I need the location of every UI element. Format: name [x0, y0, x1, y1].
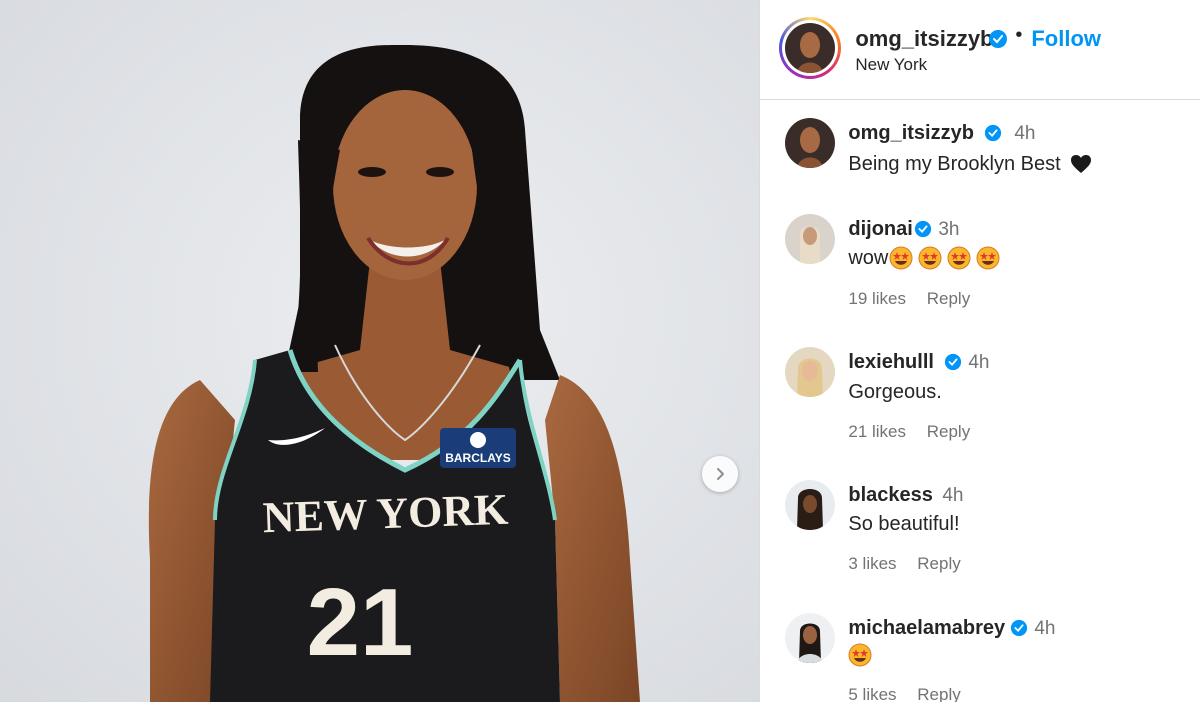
caption-body: Being my Brooklyn Best [848, 152, 1061, 175]
comment-likes[interactable]: 21 likes [848, 422, 906, 441]
comment-username[interactable]: michaelamabrey [848, 617, 1005, 640]
comment-time: 4h [1034, 618, 1056, 639]
jersey-city: NEW YORK [262, 485, 509, 543]
post-media[interactable]: BARCLAYS NEW YORK 21 [0, 0, 760, 702]
comment-meta: 19 likes Reply [848, 289, 986, 309]
comment-username[interactable]: lexiehulll [848, 351, 934, 374]
comment-text [848, 643, 872, 667]
caption-time: 4h [1014, 123, 1036, 144]
verified-badge-icon [985, 124, 1002, 142]
comment-text: wow [848, 246, 1000, 270]
comment-time: 3h [938, 219, 960, 240]
comment-likes[interactable]: 19 likes [848, 289, 906, 308]
post-viewer: BARCLAYS NEW YORK 21 omg_itsizzyb • Foll… [0, 0, 1200, 702]
comment-meta: 5 likes Reply [848, 685, 976, 702]
caption-avatar[interactable] [785, 118, 836, 168]
comment-avatar[interactable] [785, 214, 836, 264]
comment-meta: 3 likes Reply [848, 554, 976, 574]
comment-likes[interactable]: 5 likes [848, 685, 896, 702]
post-photo: BARCLAYS NEW YORK 21 [0, 0, 760, 702]
reply-button[interactable]: Reply [917, 685, 960, 702]
star-struck-emoji-icon [918, 246, 942, 270]
comment-time: 4h [942, 485, 964, 506]
reply-button[interactable]: Reply [927, 289, 970, 308]
reply-button[interactable]: Reply [917, 554, 960, 573]
reply-button[interactable]: Reply [927, 422, 970, 441]
comment-meta: 21 likes Reply [848, 422, 986, 442]
comment-time: 4h [968, 352, 990, 373]
avatar-image [785, 613, 836, 663]
jersey-sponsor: BARCLAYS [445, 451, 511, 465]
comment-avatar[interactable] [785, 347, 836, 397]
verified-badge-icon [1011, 619, 1028, 637]
comment-username[interactable]: dijonai [848, 218, 912, 241]
comment-body: wow [848, 246, 889, 269]
avatar-image [785, 347, 836, 397]
star-struck-emoji-icon [848, 643, 872, 667]
chevron-right-icon [717, 468, 724, 480]
post-location[interactable]: New York [855, 55, 927, 75]
header-separator: • [1015, 24, 1023, 46]
verified-badge-icon [915, 220, 932, 238]
post-header: omg_itsizzyb • Follow New York [760, 0, 1200, 100]
jersey-number: 21 [307, 569, 414, 676]
author-avatar[interactable] [779, 17, 842, 79]
avatar-image [785, 480, 836, 530]
caption-text: Being my Brooklyn Best [848, 152, 1092, 176]
comment-text: Gorgeous. [848, 381, 942, 403]
avatar-image [785, 214, 836, 264]
next-photo-button[interactable] [702, 456, 738, 492]
star-struck-emoji-icon [947, 246, 971, 270]
comment-avatar[interactable] [785, 480, 836, 530]
comment-avatar[interactable] [785, 613, 836, 663]
black-heart-icon [1069, 152, 1093, 176]
star-struck-emoji-icon [889, 246, 913, 270]
verified-badge-icon [989, 30, 1008, 48]
author-username[interactable]: omg_itsizzyb [855, 26, 993, 52]
avatar-image [785, 118, 836, 168]
follow-button[interactable]: Follow [1031, 26, 1101, 52]
caption-username[interactable]: omg_itsizzyb [848, 122, 974, 145]
star-struck-emoji-icon [976, 246, 1000, 270]
verified-badge-icon [945, 353, 962, 371]
post-side-panel: omg_itsizzyb • Follow New York omg_itsiz… [759, 0, 1200, 702]
comment-username[interactable]: blackess [848, 484, 933, 507]
comment-text: So beautiful! [848, 513, 960, 535]
comment-likes[interactable]: 3 likes [848, 554, 896, 573]
